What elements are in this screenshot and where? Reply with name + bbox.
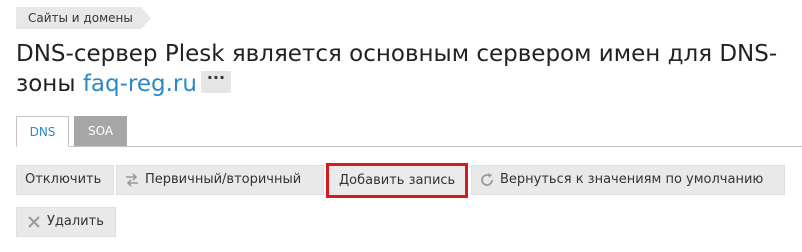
domain-link[interactable]: faq-reg.ru	[83, 71, 197, 97]
revert-defaults-button[interactable]: Вернуться к значениям по умолчанию	[471, 165, 785, 195]
tab-soa[interactable]: SOA	[74, 116, 127, 146]
more-options-button[interactable]: ···	[200, 69, 231, 93]
add-record-button[interactable]: Добавить запись	[326, 163, 468, 198]
primary-secondary-label: Первичный/вторичный	[145, 172, 302, 187]
swap-arrows-icon	[123, 171, 141, 189]
delete-label: Удалить	[47, 214, 104, 229]
page-title: DNS-сервер Plesk является основным серве…	[16, 39, 796, 99]
primary-secondary-button[interactable]: Первичный/вторичный	[116, 165, 324, 195]
delete-button[interactable]: Удалить	[16, 207, 116, 237]
breadcrumb: Сайты и домены	[16, 7, 151, 29]
add-record-label: Добавить запись	[339, 172, 456, 188]
breadcrumb-item-sites-domains[interactable]: Сайты и домены	[16, 7, 151, 29]
close-x-icon	[25, 213, 43, 231]
tab-bar: DNS SOA	[16, 116, 802, 147]
refresh-icon	[478, 171, 496, 189]
revert-defaults-label: Вернуться к значениям по умолчанию	[500, 172, 764, 187]
disable-button-label: Отключить	[25, 172, 102, 187]
disable-button[interactable]: Отключить	[16, 165, 114, 195]
tab-dns[interactable]: DNS	[16, 116, 69, 147]
